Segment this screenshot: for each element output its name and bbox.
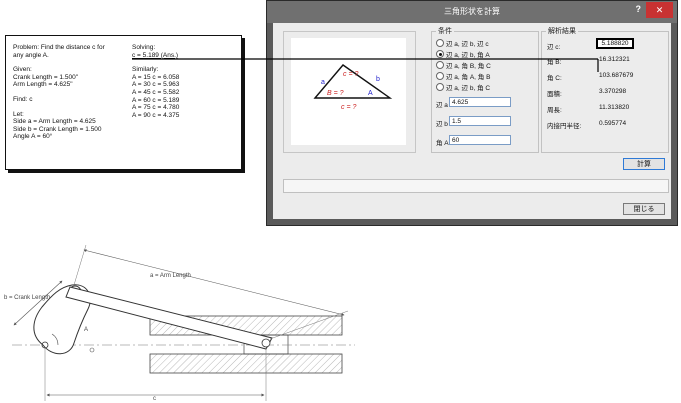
result-value-side-c: 5.188820 [596, 38, 634, 49]
triangle-figure-panel: a b c = ? B = ? A c = ? [283, 31, 416, 153]
condition-radio-label: 辺 a, 辺 b, 辺 c [446, 41, 489, 48]
close-button[interactable]: 閉じる [623, 203, 665, 215]
triangle-figure: a b c = ? B = ? A c = ? [291, 38, 406, 145]
result-value-inradius: 0.595774 [599, 120, 627, 127]
side-a-input[interactable]: 4.625 [449, 97, 511, 107]
similarly-line: A = 60 c = 5.189 [132, 96, 180, 104]
triangle-diagram: a b c = ? B = ? A c = ? [313, 64, 393, 111]
similarly-line: A = 75 c = 4.780 [132, 104, 180, 112]
condition-radio-saa-ab[interactable]: 辺 a, 角 A, 角 B [436, 71, 490, 81]
crank-mechanism-drawing: a = Arm Length b = Crank Length A c [4, 244, 355, 402]
result-label-angle-c: 角 C: [547, 75, 562, 82]
condition-radio-sss[interactable]: 辺 a, 辺 b, 辺 c [436, 38, 489, 48]
side-b-input[interactable]: 1.5 [449, 116, 511, 126]
triangle-label-c-bottom: c = ? [341, 104, 356, 111]
c-label: c [153, 396, 156, 402]
triangle-calculator-dialog: 三角形状を計算 ? ✕ a b c = ? B = ? A c = ? 条件 辺… [266, 0, 678, 226]
triangle-label-a: a [321, 79, 325, 86]
triangle-label-c-top: c = ? [343, 71, 358, 78]
radio-icon[interactable] [436, 83, 444, 91]
status-bar [283, 179, 669, 193]
problem-line: Crank Length = 1.500" [13, 73, 79, 81]
slider-pin [261, 338, 271, 348]
result-label-angle-b: 角 B: [547, 59, 562, 66]
similarly-line: A = 30 c = 5.963 [132, 81, 180, 89]
problem-line: Arm Length = 4.625" [13, 81, 73, 89]
problem-line: Side a = Arm Length = 4.625 [13, 118, 96, 126]
angle-label: A [84, 327, 88, 333]
conditions-legend: 条件 [436, 26, 454, 36]
dialog-client-area: a b c = ? B = ? A c = ? 条件 辺 a, 辺 b, 辺 c… [273, 23, 671, 219]
arm-extension-line [73, 244, 87, 286]
lower-guide-block [149, 353, 343, 374]
problem-card: Problem: Find the distance c for any ang… [5, 35, 242, 170]
condition-radio-saa-bc[interactable]: 辺 a, 角 B, 角 C [436, 60, 491, 70]
radio-selected-icon[interactable] [436, 50, 444, 58]
radio-icon[interactable] [436, 61, 444, 69]
result-value-perimeter: 11.313820 [599, 104, 630, 111]
radio-icon[interactable] [436, 39, 444, 47]
side-a-label: 辺 a [436, 102, 448, 109]
result-label-inradius: 内接円半径: [547, 123, 582, 130]
angle-marker [89, 347, 95, 353]
radio-icon[interactable] [436, 72, 444, 80]
result-value-angle-c: 103.687679 [599, 72, 634, 79]
similarly-line: A = 45 c = 5.582 [132, 88, 180, 96]
triangle-label-b: b [376, 76, 380, 83]
side-b-label: 辺 b [436, 121, 448, 128]
results-legend: 解析結果 [546, 26, 578, 36]
condition-radio-ssa-c[interactable]: 辺 a, 辺 b, 角 C [436, 82, 490, 92]
calculate-button[interactable]: 計算 [623, 158, 665, 170]
crank-length-label: b = Crank Length [4, 295, 50, 301]
similarly-label: Similarly: [132, 66, 159, 74]
triangle-label-B: B = ? [327, 90, 344, 97]
condition-radio-label: 辺 a, 角 B, 角 C [446, 63, 491, 70]
result-label-side-c: 辺 c: [547, 44, 561, 51]
angle-a-label: 角 A [436, 140, 449, 147]
solving-answer: c = 5.189 (Ans.) [132, 51, 179, 59]
condition-radio-label: 辺 a, 辺 b, 角 C [446, 85, 491, 92]
help-button[interactable]: ? [636, 4, 642, 14]
arm-length-label: a = Arm Length [150, 273, 191, 279]
close-window-button[interactable]: ✕ [646, 2, 673, 18]
problem-line: Find: c [13, 95, 33, 103]
triangle-label-A: A [368, 90, 373, 97]
similarly-line: A = 15 c = 6.058 [132, 73, 180, 81]
solving-label: Solving: [132, 44, 156, 51]
dialog-titlebar[interactable]: 三角形状を計算 ? ✕ [267, 1, 677, 23]
result-label-perimeter: 周長: [547, 107, 562, 114]
result-label-area: 面積: [547, 91, 562, 98]
angle-a-input[interactable]: 60 [449, 135, 511, 145]
conditions-group: 条件 辺 a, 辺 b, 辺 c 辺 a, 辺 b, 角 A 辺 a, 角 B,… [431, 26, 539, 153]
problem-given-column: Problem: Find the distance c for any ang… [13, 44, 125, 141]
problem-line: Given: [13, 66, 32, 74]
problem-line: Let: [13, 110, 24, 118]
condition-radio-ssa[interactable]: 辺 a, 辺 b, 角 A [436, 49, 490, 59]
result-value-angle-b: 16.312321 [599, 56, 630, 63]
condition-radio-label: 辺 a, 角 A, 角 B [446, 74, 491, 81]
problem-solution-column: Solving: c = 5.189 (Ans.) Similarly: A =… [132, 44, 237, 119]
dialog-title: 三角形状を計算 [444, 7, 500, 16]
condition-radio-label: 辺 a, 辺 b, 角 A [446, 52, 490, 59]
problem-line: Angle A = 60° [13, 133, 53, 141]
result-value-area: 3.370298 [599, 88, 627, 95]
problem-line: Problem: Find the distance c for [13, 44, 105, 51]
similarly-line: A = 90 c = 4.375 [132, 111, 180, 119]
problem-line: any angle A. [13, 51, 49, 59]
results-group: 解析結果 辺 c: 5.188820 角 B: 16.312321 角 C: 1… [541, 26, 669, 153]
